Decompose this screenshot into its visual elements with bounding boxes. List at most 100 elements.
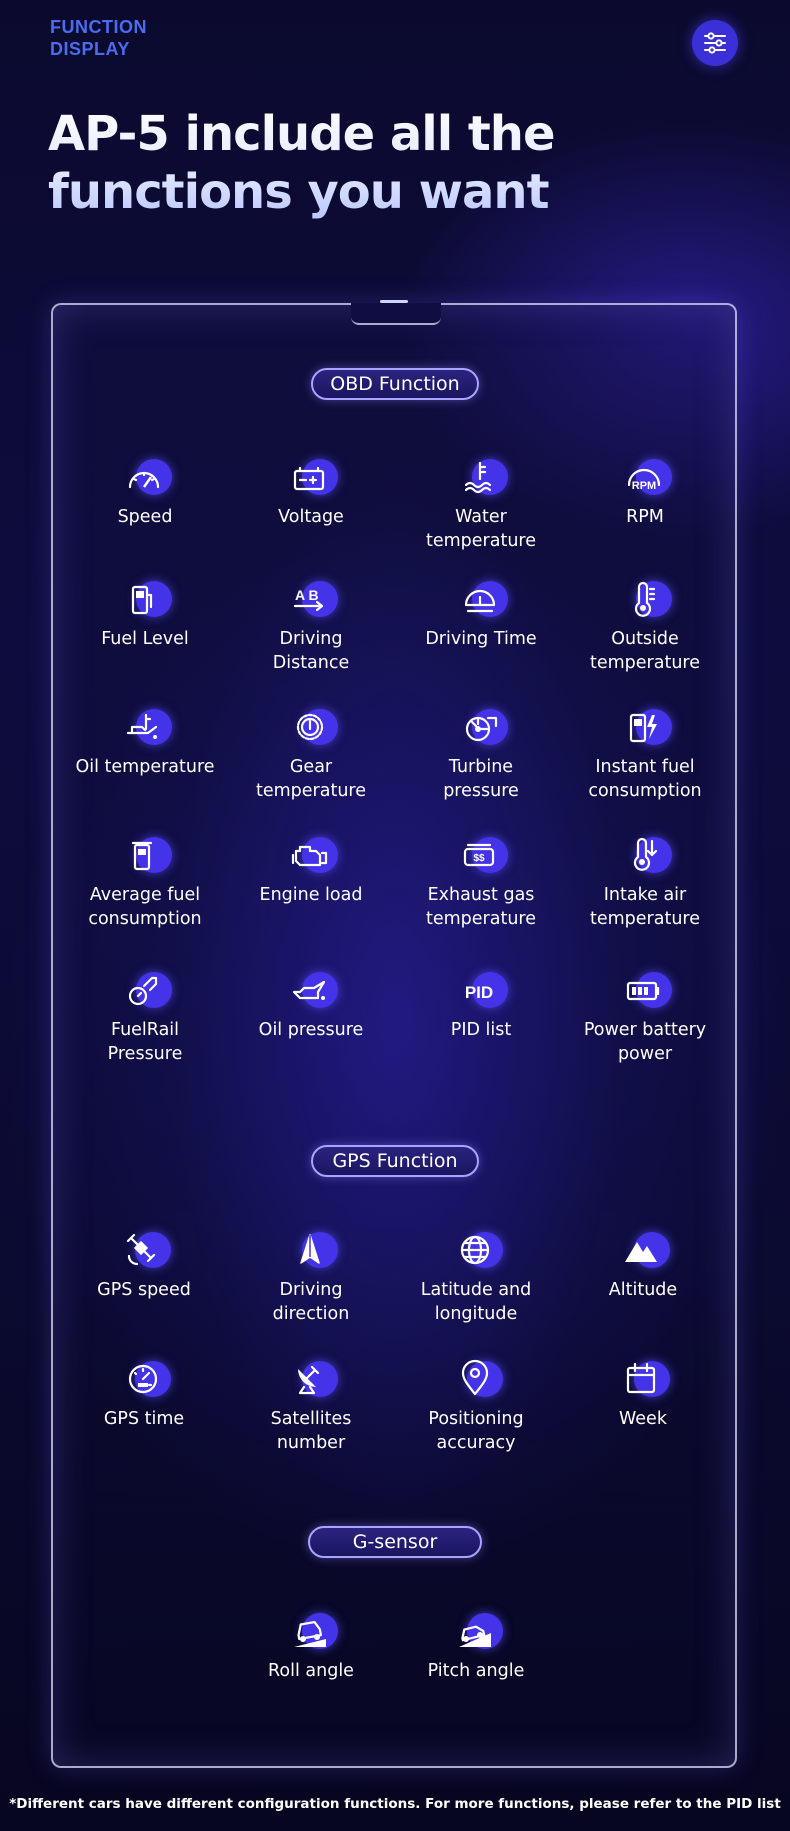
- location-pin-icon: [449, 1357, 503, 1401]
- function-label-line2: direction: [272, 1304, 350, 1324]
- function-item-fuelrail: FuelRail Pressure: [60, 968, 230, 1066]
- function-label: Water temperature: [396, 505, 566, 553]
- function-item-fuel-level: Fuel Level: [60, 577, 230, 651]
- function-label-line2: temperature: [426, 909, 536, 929]
- direction-arrow-icon: [284, 1228, 338, 1272]
- function-label-line1: Fuel Level: [101, 629, 189, 649]
- function-label: Instant fuel consumption: [560, 755, 730, 803]
- instant-fuel-icon: [618, 705, 672, 749]
- exhaust-icon: $$: [454, 833, 508, 877]
- function-item-gps-time: GPS time: [59, 1357, 229, 1431]
- function-label-line1: FuelRail: [110, 1020, 180, 1040]
- page-title-line1: AP-5 include all the: [48, 106, 555, 162]
- roll-car-icon: [284, 1609, 338, 1653]
- fuel-rail-icon: [118, 968, 172, 1012]
- driving-time-icon: [454, 577, 508, 621]
- function-label-line1: Voltage: [278, 507, 344, 527]
- function-label-line1: Altitude: [608, 1280, 678, 1300]
- function-item-pid-list: PID PID list: [396, 968, 566, 1042]
- function-item-power-battery: Power battery power: [560, 968, 730, 1066]
- function-label: Pitch angle: [391, 1659, 561, 1683]
- function-label: GPS speed: [59, 1278, 229, 1302]
- function-label-line1: Satellites: [270, 1409, 352, 1429]
- svg-text:PID: PID: [465, 983, 493, 1002]
- function-item-intake-air: Intake air temperature: [560, 833, 730, 931]
- function-item-driving-time: Driving Time: [396, 577, 566, 651]
- function-item-average-fuel: Average fuel consumption: [60, 833, 230, 931]
- function-label: Positioning accuracy: [391, 1407, 561, 1455]
- function-label-line1: Gear: [289, 757, 333, 777]
- function-label-line2: consumption: [588, 781, 702, 801]
- function-label-line1: Engine load: [259, 885, 363, 905]
- function-label-line2: number: [276, 1433, 346, 1453]
- function-label-line1: PID list: [450, 1020, 512, 1040]
- coolant-temperature-icon: [454, 455, 508, 499]
- function-label: PID list: [396, 1018, 566, 1042]
- function-label-line1: Water: [455, 507, 507, 527]
- function-label-line1: Power battery: [583, 1020, 707, 1040]
- function-item-positioning: Positioning accuracy: [391, 1357, 561, 1455]
- function-label: Satellites number: [226, 1407, 396, 1455]
- function-label-line1: Positioning: [428, 1409, 524, 1429]
- function-label-line1: Turbine: [448, 757, 514, 777]
- function-label: Driving Distance: [226, 627, 396, 675]
- function-label: GPS time: [59, 1407, 229, 1431]
- thermometer-icon: [618, 577, 672, 621]
- function-label: Oil pressure: [226, 1018, 396, 1042]
- pitch-car-icon: [449, 1609, 503, 1653]
- footnote: *Different cars have different configura…: [9, 1796, 781, 1812]
- function-item-instant-fuel: Instant fuel consumption: [560, 705, 730, 803]
- engine-icon: [284, 833, 338, 877]
- function-item-oil-temperature: Oil temperature: [60, 705, 230, 779]
- function-item-oil-pressure: Oil pressure: [226, 968, 396, 1042]
- function-label: Latitude and longitude: [391, 1278, 561, 1326]
- function-item-gear: Gear temperature: [226, 705, 396, 803]
- function-item-water: Water temperature: [396, 455, 566, 553]
- function-label-line2: temperature: [426, 531, 536, 551]
- function-item-driving: Driving direction: [226, 1228, 396, 1326]
- function-label-line2: longitude: [434, 1304, 518, 1324]
- satellite-icon: [117, 1228, 171, 1272]
- speedometer-icon: [118, 455, 172, 499]
- function-label: Intake air temperature: [560, 883, 730, 931]
- function-label: Outside temperature: [560, 627, 730, 675]
- function-label: Voltage: [226, 505, 396, 529]
- function-label-line1: GPS speed: [97, 1280, 191, 1300]
- function-label-line1: Exhaust gas: [427, 885, 535, 905]
- function-label-line2: Distance: [272, 653, 350, 673]
- function-label-line2: pressure: [443, 781, 519, 801]
- function-item-engine-load: Engine load: [226, 833, 396, 907]
- gsensor-section-title: G-sensor: [308, 1526, 482, 1558]
- sliders-icon: [704, 32, 726, 54]
- function-label-line1: Latitude and: [420, 1280, 532, 1300]
- distance-icon: A B: [284, 577, 338, 621]
- function-label-line2: temperature: [256, 781, 366, 801]
- function-label-line1: Roll angle: [268, 1661, 354, 1681]
- svg-text:A B: A B: [295, 587, 319, 603]
- function-item-roll-angle: Roll angle: [226, 1609, 396, 1683]
- function-label-line1: Intake air: [603, 885, 687, 905]
- rpm-gauge-icon: RPM: [618, 455, 672, 499]
- oil-temperature-icon: [118, 705, 172, 749]
- function-label-line1: RPM: [626, 507, 664, 527]
- panel-notch-handle: [380, 300, 408, 303]
- page-title: AP-5 include all the functions you want: [48, 105, 748, 221]
- panel-notch: [351, 303, 441, 325]
- function-item-gps-speed: GPS speed: [59, 1228, 229, 1302]
- function-item-voltage: Voltage: [226, 455, 396, 529]
- function-label-line2: accuracy: [436, 1433, 516, 1453]
- satellite-dish-icon: [284, 1357, 338, 1401]
- function-item-week: Week: [558, 1357, 728, 1431]
- gear-temperature-icon: [284, 705, 338, 749]
- function-label: Fuel Level: [60, 627, 230, 651]
- function-label: Week: [558, 1407, 728, 1431]
- mountain-icon: [616, 1228, 670, 1272]
- function-label-line2: consumption: [88, 909, 202, 929]
- function-label: Roll angle: [226, 1659, 396, 1683]
- settings-button[interactable]: [692, 20, 738, 66]
- function-label-line1: Oil pressure: [258, 1020, 364, 1040]
- section-tag-line1: FUNCTION: [50, 17, 147, 37]
- section-tag-line2: DISPLAY: [50, 39, 130, 59]
- function-label-line1: Oil temperature: [75, 757, 215, 777]
- function-label-line2: temperature: [590, 909, 700, 929]
